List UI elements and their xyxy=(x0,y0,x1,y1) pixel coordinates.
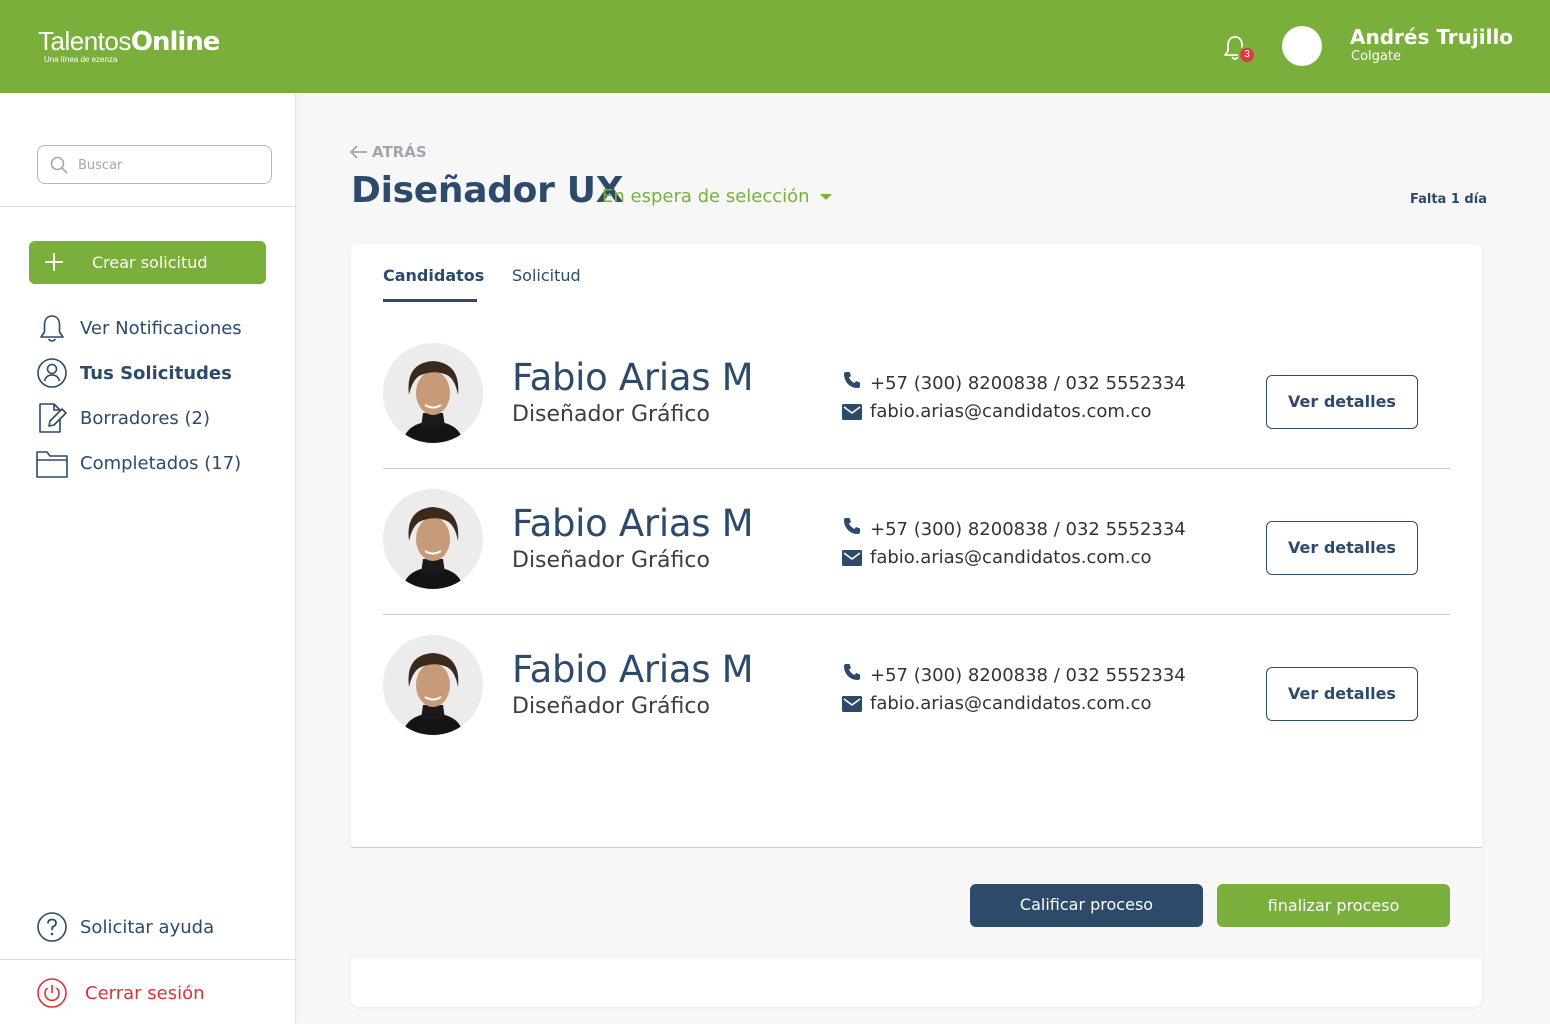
mail-icon xyxy=(842,404,862,420)
view-details-button[interactable]: Ver detalles xyxy=(1266,521,1418,575)
arrow-left-icon xyxy=(350,145,367,159)
phone-icon xyxy=(844,518,860,534)
candidate-role: Diseñador Gráfico xyxy=(512,402,710,427)
tab-candidates[interactable]: Candidatos xyxy=(383,266,484,285)
candidate-email: fabio.arias@candidatos.com.co xyxy=(870,693,1152,714)
logout-link[interactable]: Cerrar sesión xyxy=(36,977,276,1011)
phone-icon xyxy=(844,372,860,388)
deadline-label: Falta 1 día xyxy=(1410,192,1487,207)
logo-text-talentos: Talentos xyxy=(38,26,131,56)
sidebar-item-drafts[interactable]: Borradores (2) xyxy=(36,402,276,436)
candidate-name: Fabio Arias M xyxy=(512,648,754,691)
question-circle-icon xyxy=(37,912,67,942)
phone-icon xyxy=(844,664,860,680)
bell-icon xyxy=(40,315,64,342)
page-title: Diseñador UX xyxy=(351,170,624,211)
help-link[interactable]: Solicitar ayuda xyxy=(36,911,276,945)
candidate-photo xyxy=(383,489,483,589)
sidebar-item-notifications[interactable]: Ver Notificaciones xyxy=(36,312,276,346)
mail-icon xyxy=(842,550,862,566)
finish-process-button[interactable]: finalizar proceso xyxy=(1217,884,1450,927)
sidebar-divider xyxy=(0,959,296,960)
create-request-button[interactable]: Crear solicitud xyxy=(29,241,266,284)
candidate-photo xyxy=(383,635,483,735)
candidate-email: fabio.arias@candidatos.com.co xyxy=(870,401,1152,422)
view-details-button[interactable]: Ver detalles xyxy=(1266,375,1418,429)
candidate-row: Fabio Arias M Diseñador Gráfico +57 (300… xyxy=(383,635,1450,781)
mail-icon xyxy=(842,696,862,712)
sidebar-item-label: Ver Notificaciones xyxy=(80,318,242,339)
sidebar-item-label: Completados (17) xyxy=(80,453,242,474)
row-divider xyxy=(383,468,1450,469)
user-name: Andrés Trujillo xyxy=(1350,25,1514,49)
sidebar: Crear solicitud Ver Notificaciones Tus S… xyxy=(0,93,296,1024)
back-label: ATRÁS xyxy=(372,143,427,161)
create-request-label: Crear solicitud xyxy=(92,253,208,272)
user-circle-icon xyxy=(37,358,67,388)
notification-count-badge: 3 xyxy=(1238,46,1256,64)
candidate-name: Fabio Arias M xyxy=(512,356,754,399)
status-dropdown[interactable]: En espera de selección xyxy=(602,186,832,207)
talentos-online-logo[interactable]: Talentos Online Una línea de ezenza xyxy=(38,26,221,64)
candidate-phone: +57 (300) 8200838 / 032 5552334 xyxy=(870,519,1186,540)
sidebar-item-requests[interactable]: Tus Solicitudes xyxy=(36,357,276,391)
chevron-down-icon xyxy=(819,194,832,200)
candidate-role: Diseñador Gráfico xyxy=(512,548,710,573)
user-company: Colgate xyxy=(1351,49,1401,64)
candidates-card: Candidatos Solicitud Fabio Arias M Diseñ… xyxy=(351,244,1482,1007)
user-avatar[interactable] xyxy=(1282,26,1322,66)
active-tab-indicator xyxy=(383,299,477,302)
sidebar-item-completed[interactable]: Completados (17) xyxy=(36,447,276,481)
search-box xyxy=(37,145,272,184)
row-divider xyxy=(383,614,1450,615)
power-icon xyxy=(37,978,67,1008)
top-header: Talentos Online Una línea de ezenza 3 And… xyxy=(0,0,1550,93)
sidebar-divider xyxy=(0,206,296,207)
help-label: Solicitar ayuda xyxy=(80,917,215,938)
document-edit-icon xyxy=(39,403,67,433)
plus-icon xyxy=(45,253,63,271)
candidate-email: fabio.arias@candidatos.com.co xyxy=(870,547,1152,568)
view-details-button[interactable]: Ver detalles xyxy=(1266,667,1418,721)
sidebar-item-label: Borradores (2) xyxy=(80,408,210,429)
logo-text-online: Online xyxy=(130,27,221,57)
search-input[interactable] xyxy=(78,154,263,176)
rate-process-button[interactable]: Calificar proceso xyxy=(970,884,1203,927)
candidate-photo xyxy=(383,343,483,443)
candidate-name: Fabio Arias M xyxy=(512,502,754,545)
notifications-button[interactable]: 3 xyxy=(1222,34,1256,66)
sidebar-item-label: Tus Solicitudes xyxy=(80,363,232,384)
process-actions-bar: Calificar proceso finalizar proceso xyxy=(351,847,1482,959)
back-link[interactable]: ATRÁS xyxy=(350,143,427,161)
candidate-role: Diseñador Gráfico xyxy=(512,694,710,719)
folder-icon xyxy=(36,451,68,478)
candidate-phone: +57 (300) 8200838 / 032 5552334 xyxy=(870,665,1186,686)
candidate-phone: +57 (300) 8200838 / 032 5552334 xyxy=(870,373,1186,394)
logout-label: Cerrar sesión xyxy=(85,983,205,1004)
tab-request[interactable]: Solicitud xyxy=(512,266,581,285)
status-label: En espera de selección xyxy=(602,186,810,207)
search-icon xyxy=(50,156,68,174)
